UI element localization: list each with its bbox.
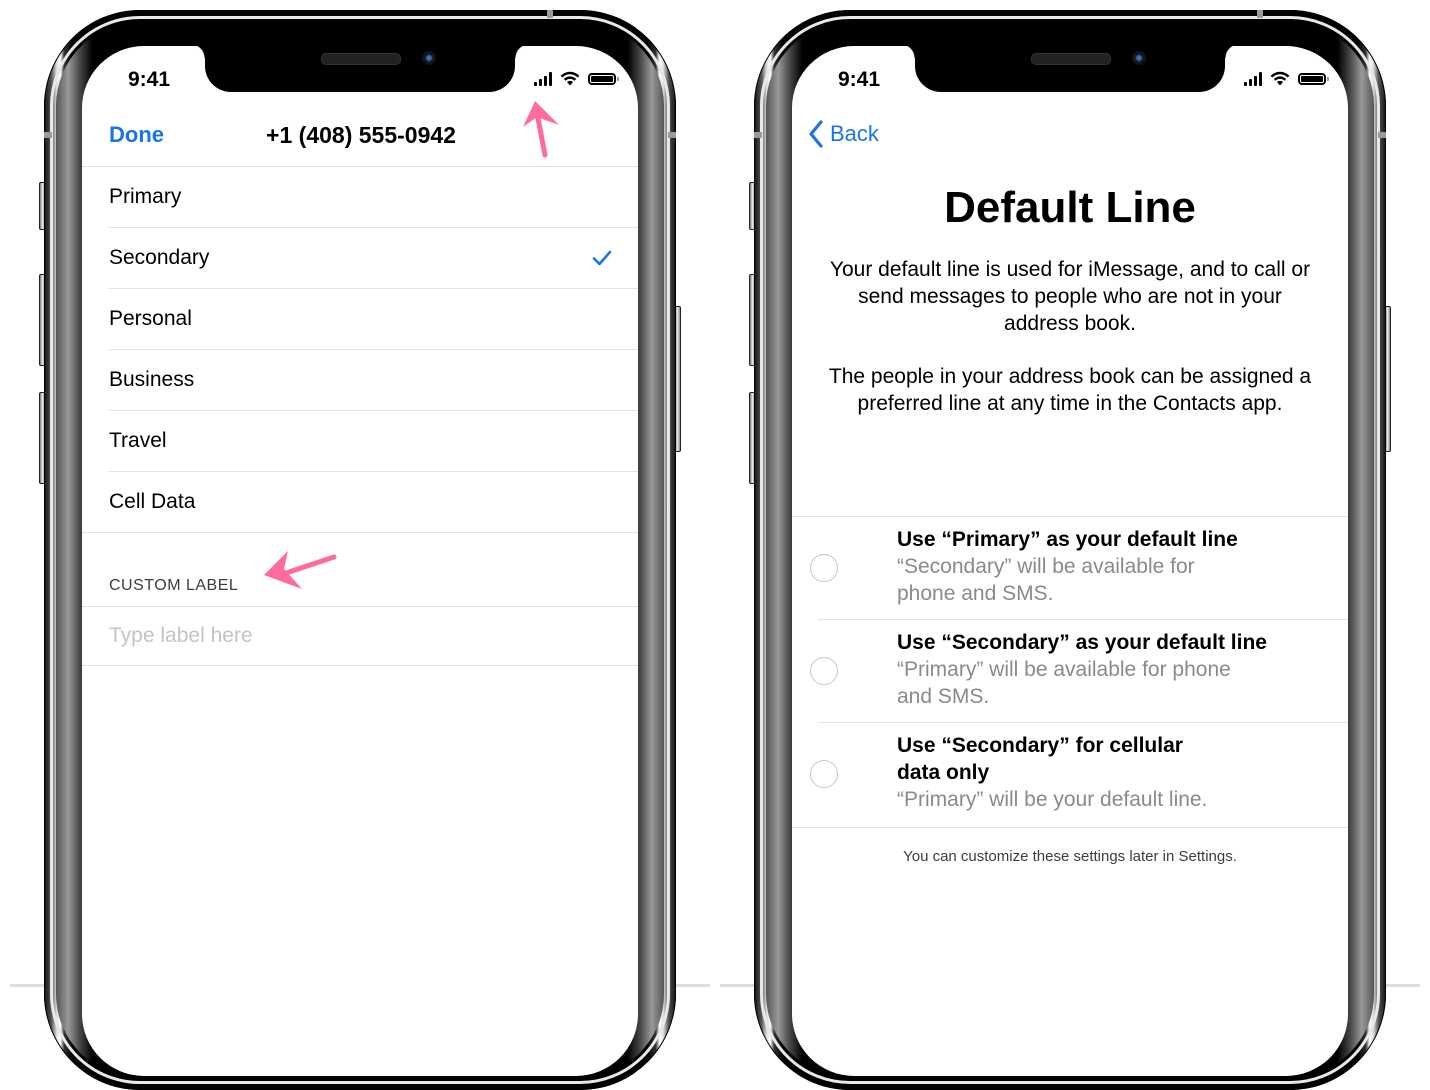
antenna-band [668, 132, 676, 138]
divider [82, 665, 638, 666]
dual-sim-signal-icon [534, 71, 552, 86]
status-time: 9:41 [128, 68, 171, 91]
option-primary-default[interactable]: Use “Primary” as your default line “Seco… [792, 516, 1348, 619]
description-paragraph: Your default line is used for iMessage, … [829, 258, 1311, 335]
page-title: Default Line [944, 183, 1196, 232]
label-text: Business [109, 368, 195, 391]
speaker-grille [1031, 53, 1111, 65]
description-paragraph: The people in your address book can be a… [828, 365, 1312, 415]
antenna-band [547, 10, 553, 18]
front-camera [1132, 51, 1146, 65]
front-camera [422, 51, 436, 65]
antenna-band [1257, 10, 1263, 18]
option-subtitle: “Secondary” will be available for phone … [897, 555, 1195, 605]
screen-default-line: 9:41 Back Default Line Your default line… [792, 46, 1348, 1076]
speaker-grille [321, 53, 401, 65]
divider [792, 827, 1348, 828]
label-list: Primary Secondary Personal Business Trav… [82, 167, 638, 533]
option-title: Use “Primary” as your default line [897, 528, 1238, 551]
label-text: Secondary [109, 246, 210, 269]
custom-label-input[interactable] [82, 607, 638, 665]
back-label: Back [830, 121, 879, 146]
divider [818, 722, 1348, 723]
default-line-options: Use “Primary” as your default line “Seco… [792, 516, 1348, 825]
label-row-travel[interactable]: Travel [109, 411, 638, 472]
option-title: Use “Secondary” for cellular data only [897, 734, 1183, 784]
label-row-secondary[interactable]: Secondary [109, 228, 638, 289]
wifi-icon [560, 71, 580, 86]
wifi-icon [1270, 71, 1290, 86]
label-row-personal[interactable]: Personal [109, 289, 638, 350]
battery-icon [1298, 72, 1329, 85]
back-button[interactable]: Back [808, 120, 879, 148]
option-secondary-default[interactable]: Use “Secondary” as your default line “Pr… [792, 619, 1348, 722]
option-secondary-data-only[interactable]: Use “Secondary” for cellular data only “… [792, 722, 1348, 825]
label-row-cell-data[interactable]: Cell Data [82, 472, 638, 533]
divider [792, 516, 1348, 517]
label-row-business[interactable]: Business [109, 350, 638, 411]
antenna-band [754, 132, 762, 138]
dual-sim-signal-icon [1244, 71, 1262, 86]
status-icons [534, 71, 619, 86]
battery-icon [588, 72, 619, 85]
status-time: 9:41 [838, 68, 881, 91]
footnote: You can customize these settings later i… [903, 848, 1237, 865]
antenna-band [44, 132, 52, 138]
antenna-band [1378, 132, 1386, 138]
label-text: Primary [109, 185, 182, 208]
label-row-primary[interactable]: Primary [109, 167, 638, 228]
label-text: Cell Data [109, 490, 196, 513]
option-subtitle: “Primary” will be your default line. [897, 788, 1208, 811]
option-title: Use “Secondary” as your default line [897, 631, 1267, 654]
radio-button[interactable] [810, 657, 838, 685]
phone-frame-right: 9:41 Back Default Line Your default line… [754, 10, 1386, 1090]
status-icons [1244, 71, 1329, 86]
nav-title-phone-number: +1 (408) 555-0942 [266, 122, 456, 148]
label-text: Travel [109, 429, 167, 452]
notch [901, 46, 1239, 92]
chevron-left-icon [809, 120, 823, 148]
phone-frame-left: 9:41 Done +1 (408) 555-0942 Primary Seco… [44, 10, 676, 1090]
radio-button[interactable] [810, 554, 838, 582]
custom-label-header: CUSTOM LABEL [109, 577, 239, 594]
screen-edit-label: 9:41 Done +1 (408) 555-0942 Primary Seco… [82, 46, 638, 1076]
label-text: Personal [109, 307, 192, 330]
radio-button[interactable] [810, 760, 838, 788]
divider [818, 619, 1348, 620]
checkmark-icon [592, 250, 612, 266]
notch [191, 46, 529, 92]
option-subtitle: “Primary” will be available for phone an… [897, 658, 1231, 708]
